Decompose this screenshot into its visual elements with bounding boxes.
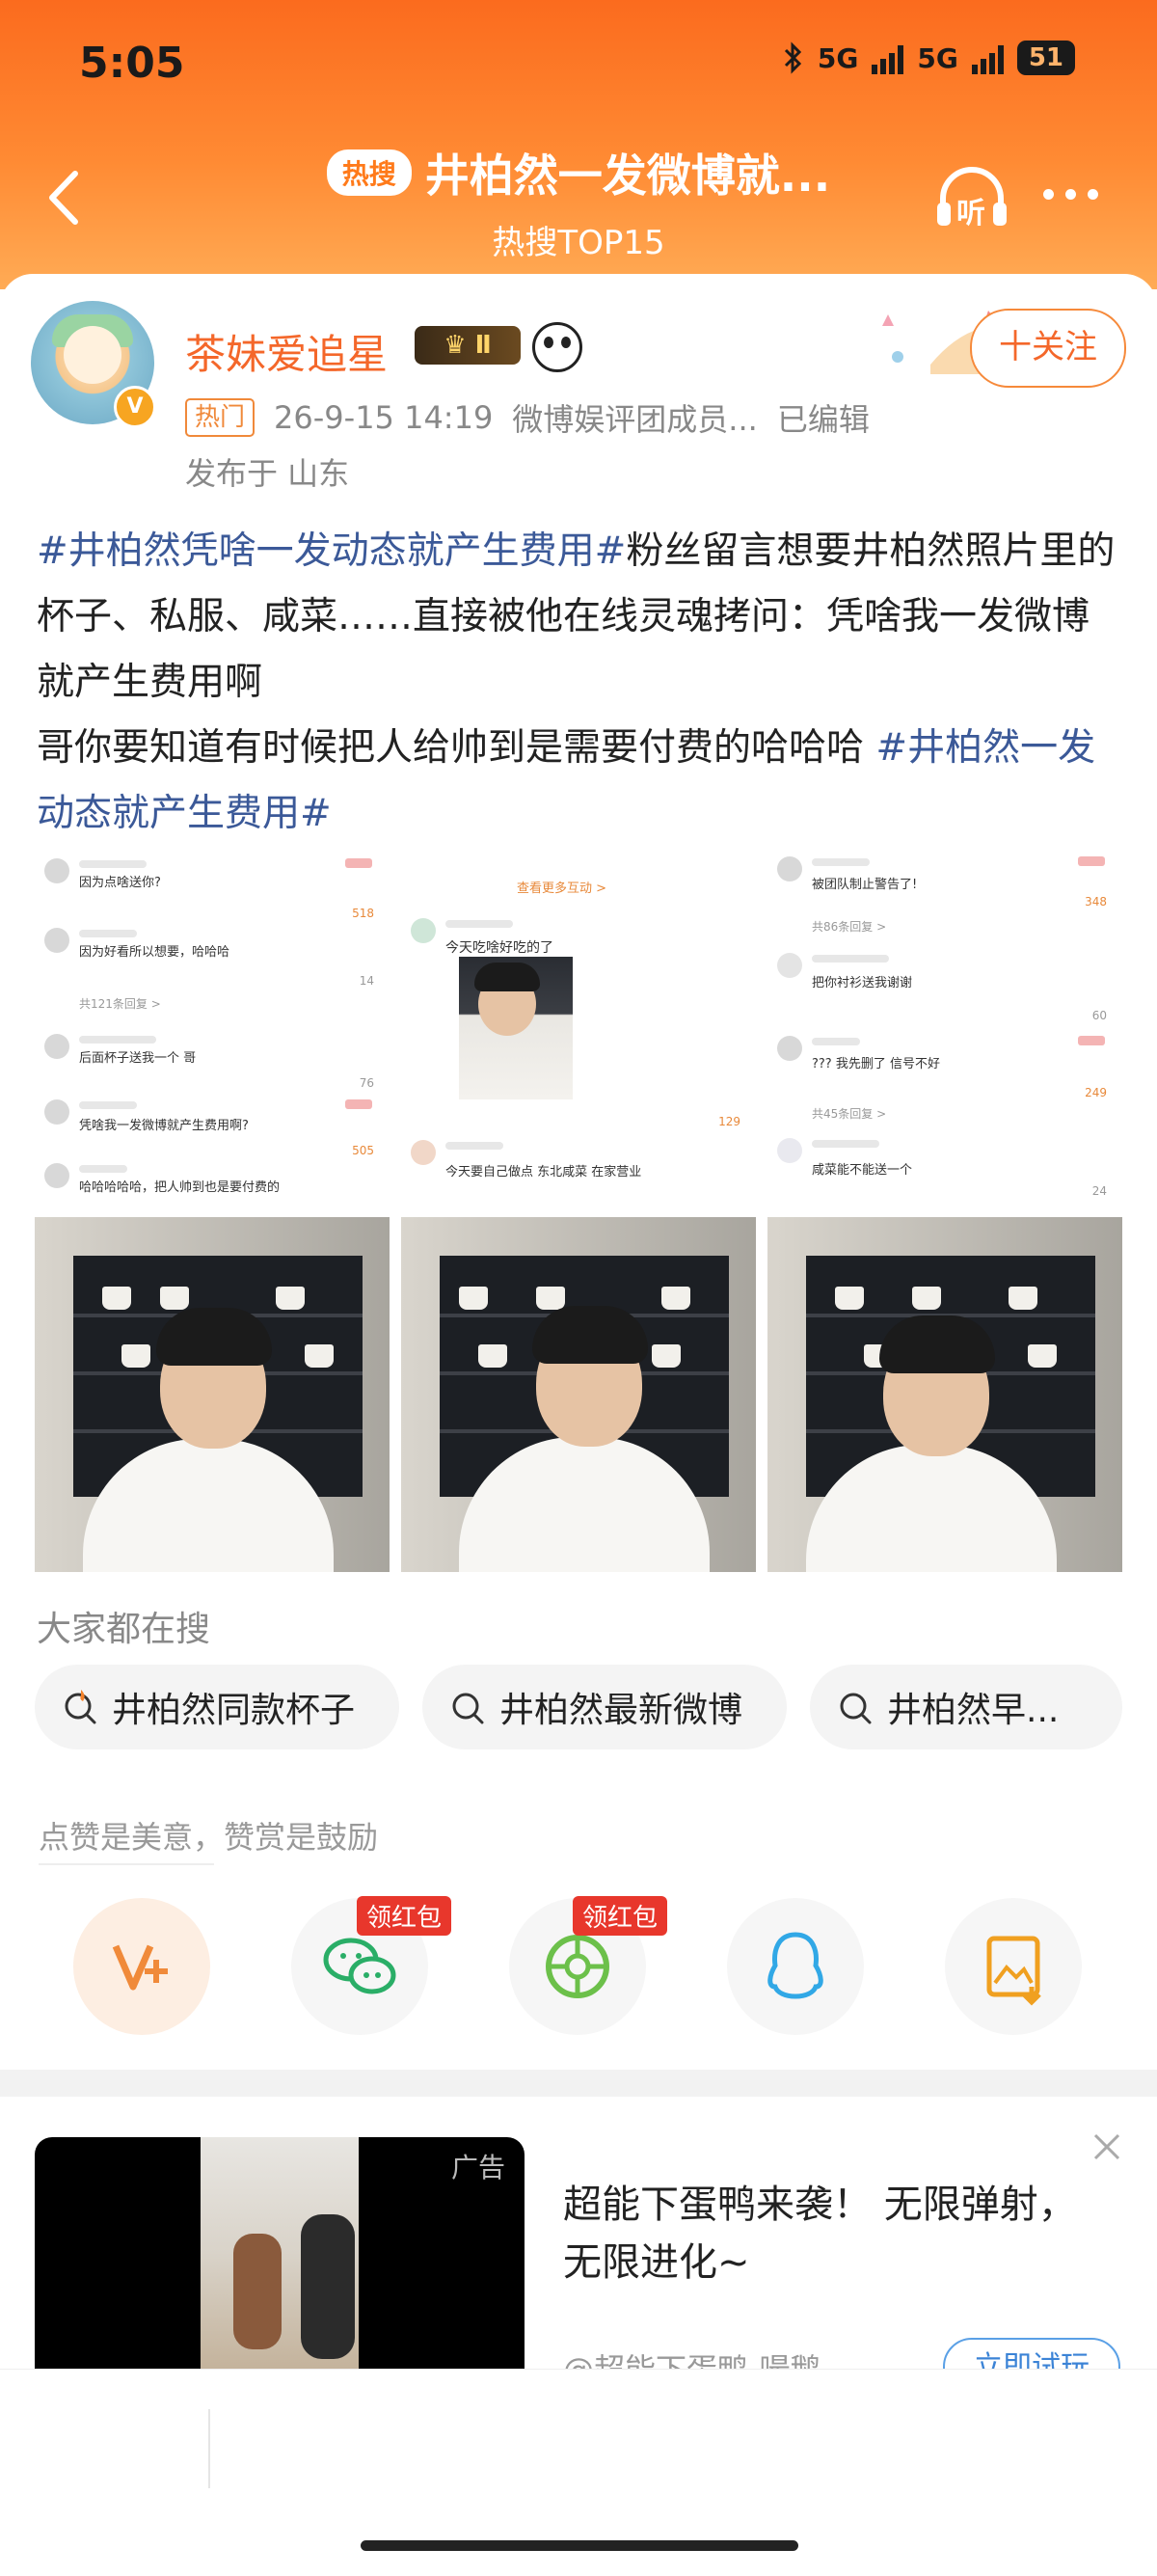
reward-v-icon [112, 1944, 168, 1991]
like-count: 76 [359, 1076, 374, 1090]
related-search-2[interactable]: 井柏然最新微博 [422, 1665, 787, 1749]
comment-text: 今天吃啥好吃的了 [445, 940, 553, 956]
bluetooth-icon [784, 41, 801, 74]
reply-count: 共121条回复 > [79, 997, 161, 1011]
like-count: 249 [1085, 1086, 1107, 1099]
listen-label: 听 [956, 197, 985, 230]
post-timestamp: 26-9-15 14:19 [274, 399, 494, 436]
post-image-3[interactable]: 被团队制止警告了! 348 共86条回复 > 把你衬衫送我谢谢 60 ??? 我… [767, 849, 1122, 1204]
comment-text: 后面杯子送我一个 哥 [79, 1051, 197, 1066]
like-count: 505 [352, 1144, 374, 1157]
signal-icon-2 [971, 41, 1004, 74]
post-source: 微博娱评团成员... [512, 401, 758, 438]
save-image-button[interactable] [945, 1898, 1082, 2035]
ad-image[interactable]: 广告 [35, 2137, 525, 2369]
section-separator [0, 2070, 1157, 2097]
search-icon [452, 1693, 484, 1724]
post-image-1[interactable]: 因为点啥送你? 518 因为好看所以想要，哈哈哈 14 共121条回复 > 后面… [35, 849, 390, 1204]
comment-text: 今天要自己做点 东北咸菜 在家营业 [445, 1165, 642, 1180]
network-type-1: 5G [817, 41, 859, 74]
like-count: 518 [352, 907, 374, 920]
search-icon [840, 1693, 872, 1724]
follow-button[interactable]: 十关注 [970, 309, 1126, 388]
like-count: 14 [359, 974, 374, 988]
post-location: 发布于 山东 [185, 455, 350, 492]
comment-text: 被团队制止警告了! [812, 878, 918, 892]
related-search-label: 井柏然最新微博 [499, 1691, 743, 1730]
status-bar: 5:05 5G 5G 51 [0, 0, 1157, 135]
like-count: 24 [1091, 1184, 1107, 1198]
post-image-6[interactable] [767, 1217, 1122, 1572]
related-search-1[interactable]: 井柏然同款杯子 [35, 1665, 399, 1749]
reward-button[interactable] [73, 1898, 210, 2035]
post-image-5[interactable] [401, 1217, 756, 1572]
comment-text: 把你衬衫送我谢谢 [812, 976, 913, 990]
more-options-icon[interactable] [1043, 189, 1098, 200]
more-interactions: 查看更多互动 > [517, 881, 607, 896]
post-meta: 热门 26-9-15 14:19 微博娱评团成员... 已编辑 [185, 395, 870, 440]
page-subtitle[interactable]: 热搜TOP15 [280, 216, 877, 263]
reply-count: 共86条回复 > [812, 920, 887, 934]
battery-icon: 51 [1016, 41, 1075, 75]
hot-search-pill: 热搜 [326, 149, 412, 196]
comment-text: 因为点啥送你? [79, 876, 161, 890]
related-search-label: 井柏然同款杯子 [112, 1691, 356, 1730]
close-icon[interactable] [1090, 2129, 1124, 2164]
reply-count: 共45条回复 > [812, 1107, 887, 1121]
post-text: #井柏然凭啥一发动态就产生费用#粉丝留言想要井柏然照片里的杯子、私服、咸菜……直… [37, 519, 1126, 847]
signal-icon [872, 41, 904, 74]
related-searches-title: 大家都在搜 [37, 1610, 211, 1649]
ad-label: 广告 [450, 2152, 505, 2183]
save-image-icon [986, 1936, 1041, 2006]
home-indicator [361, 2540, 798, 2551]
status-icons: 5G 5G 51 [783, 41, 1075, 75]
related-search-label: 井柏然早... [887, 1691, 1060, 1730]
hot-tag: 热门 [185, 398, 256, 437]
share-qq-button[interactable] [727, 1898, 864, 2035]
level-badge-text: Ⅱ [474, 331, 492, 360]
verified-badge-icon: V [114, 386, 156, 428]
ad-title[interactable]: 超能下蛋鸭来袭！ 无限弹射，无限进化~ [563, 2176, 1084, 2291]
post-text-body-2: 哥你要知道有时候把人给帅到是需要付费的哈哈哈 [37, 726, 876, 770]
username[interactable]: 茶妹爱追星 [185, 322, 388, 381]
like-count: 129 [718, 1115, 740, 1128]
comment-text: 咸菜能不能送一个 [812, 1163, 913, 1178]
post-image-4[interactable] [35, 1217, 390, 1572]
status-time: 5:05 [79, 39, 185, 88]
comment-text: ??? 我先删了 信号不好 [812, 1057, 940, 1071]
page-title-block: 热搜 井柏然一发微博就... 热搜TOP15 [280, 141, 877, 262]
back-arrow-icon[interactable] [37, 164, 94, 231]
like-count: 60 [1091, 1009, 1107, 1022]
related-search-3[interactable]: 井柏然早... [810, 1665, 1122, 1749]
listen-button[interactable]: 听 [933, 164, 1010, 231]
page-title: 井柏然一发微博就... [424, 149, 831, 202]
redpack-badge-2: 领红包 [573, 1896, 668, 1936]
reward-tip: 点赞是美意，赞赏是鼓励 [39, 1819, 379, 1856]
hot-search-icon [65, 1690, 96, 1724]
topic-link-1[interactable]: #井柏然凭啥一发动态就产生费用# [37, 529, 626, 573]
qq-icon [767, 1932, 823, 1999]
redpack-badge-1: 领红包 [357, 1896, 452, 1936]
like-count: 348 [1085, 895, 1107, 908]
comment-text: 凭啥我一发微博就产生费用啊? [79, 1119, 249, 1133]
edited-label[interactable]: 已编辑 [777, 395, 870, 440]
comment-text: 哈哈哈哈哈，把人帅到也是要付费的 [79, 1180, 281, 1195]
network-type-2: 5G [917, 41, 958, 74]
post-image-2[interactable]: 查看更多互动 > 今天吃啥好吃的了 129 今天要自己做点 东北咸菜 在家营业 [401, 849, 756, 1204]
panda-badge-icon [532, 322, 582, 372]
header-bar: 5:05 5G 5G 51 热搜 井柏然一发微博就... 热搜TOP15 听 [0, 0, 1157, 289]
comment-text: 因为好看所以想要，哈哈哈 [79, 945, 230, 960]
level-crown-badge: ♛ Ⅱ [415, 326, 521, 365]
